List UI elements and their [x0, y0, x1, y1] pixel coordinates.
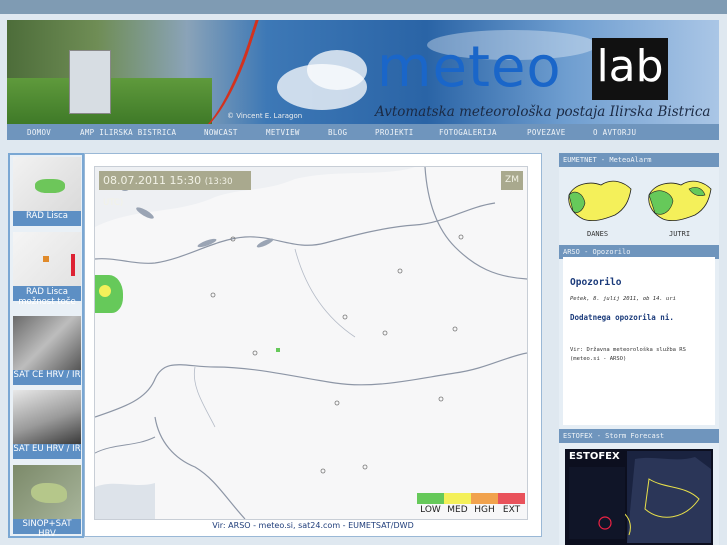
thumb-rad-lisca-toca[interactable]: RAD Lisca možnost toče	[13, 232, 81, 307]
thumb-label: SINOP+SAT HRV	[22, 519, 72, 539]
radar-timestamp: 08.07.2011 15:30 (13:30 UTC)	[99, 171, 251, 208]
thumb-label: SAT CE HRV / IR	[13, 370, 81, 380]
logo-lab[interactable]: lab	[592, 38, 668, 100]
nav-item-amp[interactable]: AMP ILIRSKA BISTRICA	[80, 128, 176, 137]
legend-label-med: MED	[447, 505, 468, 515]
radar-thumbnail	[13, 157, 81, 211]
warning-text: Dodatnega opozorila ni.	[570, 313, 674, 322]
meteoalarm-header[interactable]: EUMETNET - MeteoAlarm	[559, 153, 719, 167]
satellite-thumbnail	[13, 390, 81, 444]
meteoalarm-map-today[interactable]	[565, 175, 635, 227]
nav-item-nowcast[interactable]: NOWCAST	[204, 128, 238, 137]
arso-warning-box: Opozorilo Petek, 8. julij 2011, ob 14. u…	[563, 257, 715, 425]
legend-label-hgh: HGH	[474, 505, 495, 515]
nav-item-fotogalerija[interactable]: FOTOGALERIJA	[439, 128, 497, 137]
satellite-thumbnail	[13, 316, 81, 370]
nav-item-metview[interactable]: METVIEW	[266, 128, 300, 137]
legend-swatch-low	[417, 493, 444, 504]
header-banner: © Vincent E. Laragon meteo lab Avtomatsk…	[7, 20, 719, 124]
legend-swatch-ext	[498, 493, 525, 504]
warning-source: Vir: Državna meteorološka služba RS (met…	[570, 347, 686, 362]
thumb-sinop-sat[interactable]: SINOP+SAT HRV	[13, 465, 81, 539]
radar-source-link[interactable]: Vir: ARSO - meteo.si, sat24.com - EUMETS…	[85, 521, 541, 530]
main-nav: DOMOV AMP ILIRSKA BISTRICA NOWCAST METVI…	[7, 124, 719, 140]
legend-swatch-med	[444, 493, 471, 504]
left-sidebar: RAD Lisca RAD Lisca možnost toče SAT CE …	[8, 153, 84, 539]
decorative-curve	[183, 20, 260, 124]
timestamp-local: 08.07.2011 15:30	[103, 174, 202, 187]
synop-thumbnail	[13, 465, 81, 519]
intensity-legend: LOW MED HGH EXT	[417, 493, 526, 518]
alarm-label-today: DANES	[587, 230, 609, 238]
photo-credit: © Vincent E. Laragon	[227, 112, 303, 120]
hail-thumbnail	[13, 232, 81, 286]
nav-item-o-avtorju[interactable]: O AVTORJU	[593, 128, 636, 137]
nav-item-projekti[interactable]: PROJEKTI	[375, 128, 414, 137]
thumb-label: SAT EU HRV / IR	[13, 444, 81, 454]
site-subtitle: Avtomatska meteorološka postaja Ilirska …	[375, 104, 711, 120]
logo-meteo[interactable]: meteo	[377, 38, 562, 98]
radar-panel: 08.07.2011 15:30 (13:30 UTC) ZM LOW MED …	[84, 153, 542, 537]
slovenia-alarm-tomorrow	[648, 180, 712, 222]
estofex-header[interactable]: ESTOFEX - Storm Forecast	[559, 429, 719, 443]
nav-item-blog[interactable]: BLOG	[328, 128, 347, 137]
legend-swatch-hgh	[471, 493, 498, 504]
weather-station-photo	[69, 50, 111, 114]
estofex-forecast-image[interactable]: ESTOFEX	[565, 449, 713, 545]
zoom-toggle-button[interactable]: ZM	[501, 171, 523, 190]
legend-label-low: LOW	[420, 505, 441, 515]
warning-date: Petek, 8. julij 2011, ob 14. uri	[570, 296, 676, 302]
right-column: EUMETNET - MeteoAlarm DANES JUTRI ARSO -…	[559, 153, 719, 545]
radar-map[interactable]: 08.07.2011 15:30 (13:30 UTC) ZM LOW MED …	[94, 166, 528, 520]
cloud-shape	[307, 50, 367, 90]
alarm-label-tomorrow: JUTRI	[669, 230, 691, 238]
thumb-sat-eu[interactable]: SAT EU HRV / IR	[13, 390, 81, 459]
thumb-rad-lisca[interactable]: RAD Lisca	[13, 157, 81, 226]
thumb-label: RAD Lisca možnost toče	[18, 287, 76, 307]
meteoalarm-map-tomorrow[interactable]	[645, 175, 715, 227]
thumb-label: RAD Lisca	[25, 211, 69, 221]
radar-echo-med	[99, 285, 111, 297]
nav-item-domov[interactable]: DOMOV	[27, 128, 51, 137]
slovenia-alarm-today	[568, 180, 632, 222]
top-strip	[0, 0, 727, 14]
legend-label-ext: EXT	[502, 505, 521, 515]
nav-item-povezave[interactable]: POVEZAVE	[527, 128, 566, 137]
thumb-sat-ce[interactable]: SAT CE HRV / IR	[13, 316, 81, 385]
slovenia-map-outline	[95, 167, 527, 519]
warning-title: Opozorilo	[570, 277, 622, 288]
estofex-map	[569, 451, 711, 543]
